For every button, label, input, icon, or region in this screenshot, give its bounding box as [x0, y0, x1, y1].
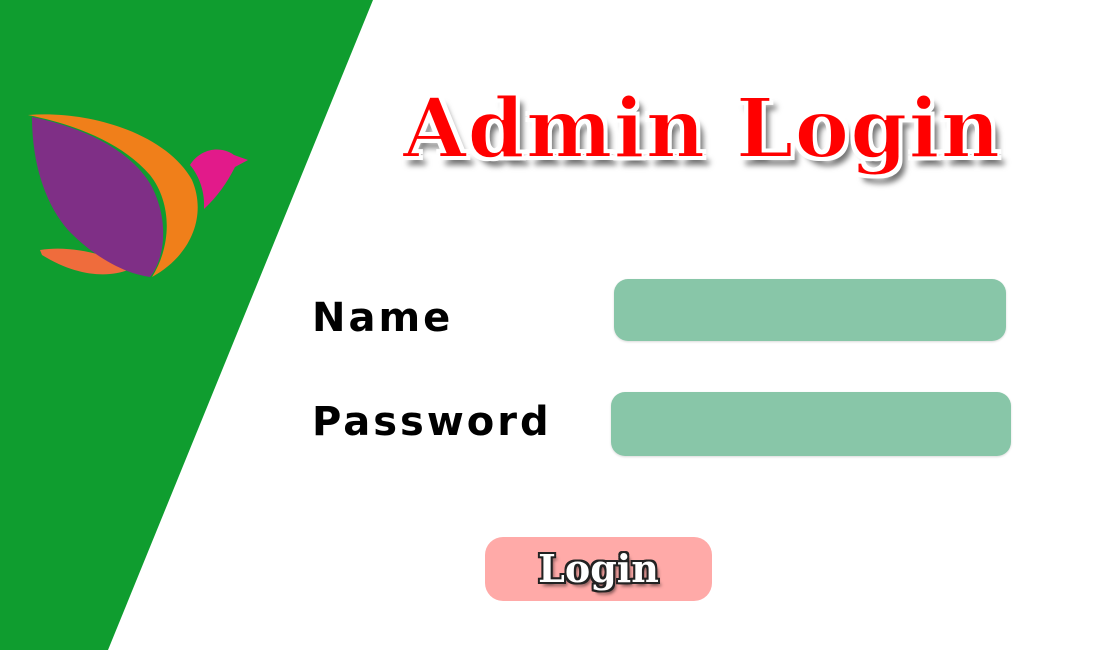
page-title: Admin Login [402, 81, 1002, 177]
password-label: Password [312, 399, 552, 445]
password-field[interactable] [611, 392, 1011, 456]
name-label: Name [312, 295, 454, 341]
login-button[interactable]: Login [485, 537, 712, 601]
bird-logo-icon [28, 114, 248, 278]
login-page: Admin Login Name Password Login [0, 0, 1100, 650]
name-field[interactable] [614, 279, 1006, 341]
